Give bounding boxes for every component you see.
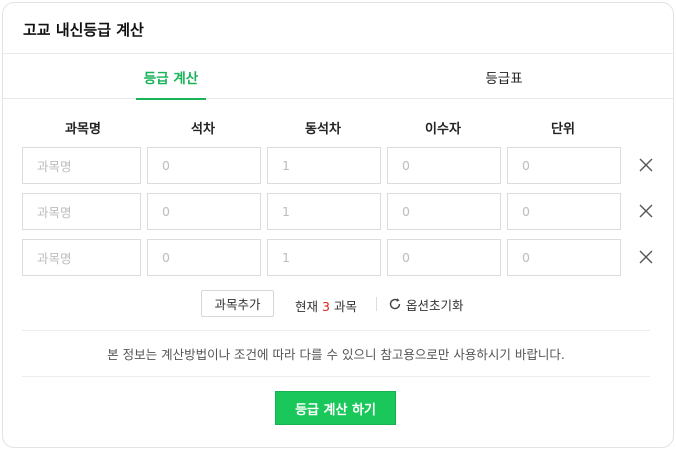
add-subject-button[interactable]: 과목추가 — [201, 290, 274, 317]
tab-grade-calc[interactable]: 등급 계산 — [136, 54, 206, 100]
card-title: 고교 내신등급 계산 — [3, 3, 673, 54]
subject-count: 현재 3 과목 — [295, 296, 357, 315]
column-headers: 과목명 석차 동석차 이수자 단위 — [0, 118, 672, 138]
students-input[interactable]: 0 — [387, 147, 501, 184]
count-suffix: 과목 — [333, 299, 357, 314]
subject-name-input[interactable]: 과목명 — [22, 239, 141, 276]
tie-rank-input[interactable]: 1 — [267, 239, 381, 276]
units-input[interactable]: 0 — [507, 147, 621, 184]
reset-options-button[interactable]: 옵션초기화 — [388, 294, 464, 314]
subject-name-input[interactable]: 과목명 — [22, 193, 141, 230]
close-icon[interactable] — [637, 156, 655, 174]
separator — [376, 297, 377, 311]
row-controls: 과목추가 현재 3 과목 옵션초기화 — [0, 290, 672, 318]
tie-rank-input[interactable]: 1 — [267, 147, 381, 184]
subject-row: 과목명 0 1 0 0 — [0, 193, 672, 230]
units-input[interactable]: 0 — [507, 193, 621, 230]
divider — [22, 376, 650, 377]
units-input[interactable]: 0 — [507, 239, 621, 276]
close-icon[interactable] — [637, 248, 655, 266]
count-prefix: 현재 — [295, 299, 319, 314]
calculate-grade-button[interactable]: 등급 계산 하기 — [275, 391, 396, 425]
subject-name-input[interactable]: 과목명 — [22, 147, 141, 184]
disclaimer-text: 본 정보는 계산방법이나 조건에 따라 다를 수 있으니 참고용으로만 사용하시… — [107, 347, 565, 362]
rank-input[interactable]: 0 — [147, 147, 261, 184]
tab-grade-table[interactable]: 등급표 — [469, 54, 539, 99]
count-value: 3 — [322, 299, 330, 314]
column-header-subject: 과목명 — [65, 122, 101, 137]
divider — [22, 330, 650, 331]
rank-input[interactable]: 0 — [147, 193, 261, 230]
rank-input[interactable]: 0 — [147, 239, 261, 276]
column-header-rank: 석차 — [191, 122, 215, 137]
close-icon[interactable] — [637, 202, 655, 220]
column-header-students: 이수자 — [425, 122, 461, 137]
reset-label: 옵션초기화 — [406, 297, 464, 313]
refresh-icon — [389, 298, 401, 310]
students-input[interactable]: 0 — [387, 239, 501, 276]
subject-row: 과목명 0 1 0 0 — [0, 239, 672, 276]
column-header-tie: 동석차 — [305, 122, 341, 137]
tab-bar: 등급 계산 등급표 — [3, 54, 673, 100]
students-input[interactable]: 0 — [387, 193, 501, 230]
column-header-units: 단위 — [551, 122, 575, 137]
subject-row: 과목명 0 1 0 0 — [0, 147, 672, 184]
tie-rank-input[interactable]: 1 — [267, 193, 381, 230]
